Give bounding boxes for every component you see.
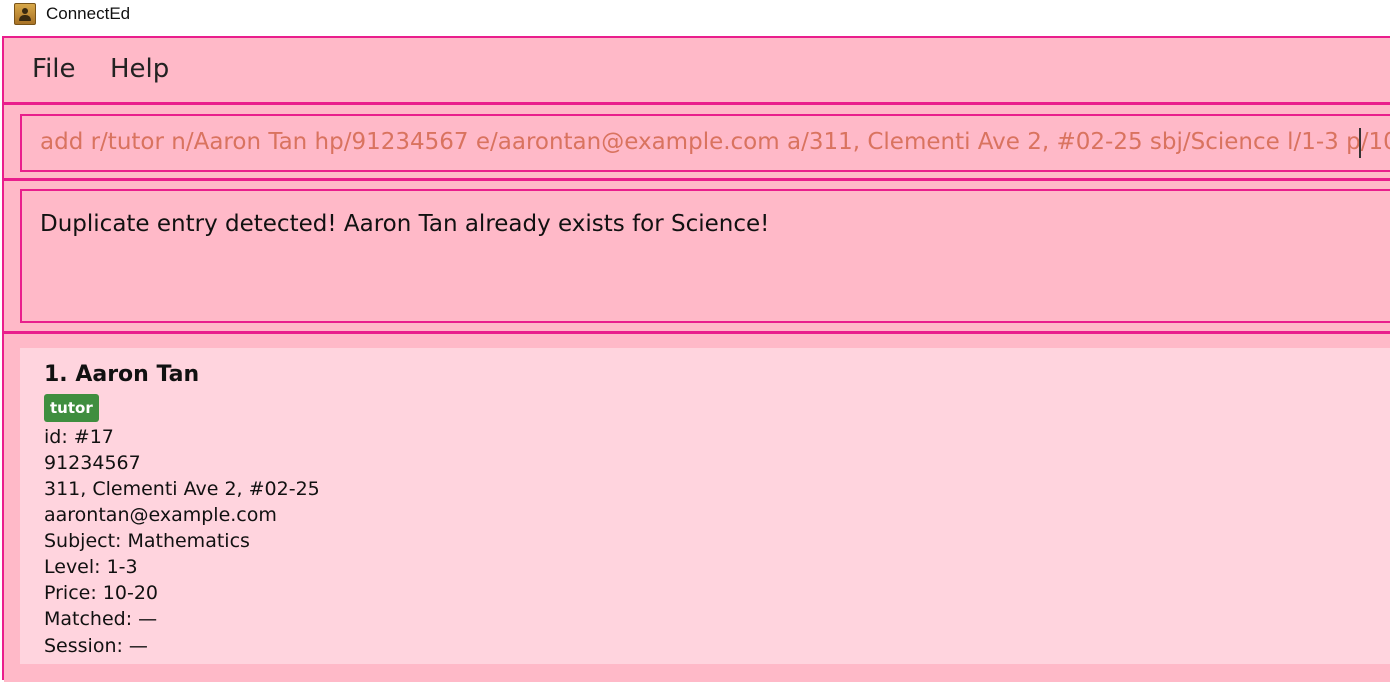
result-message: Duplicate entry detected! Aaron Tan alre… [40, 211, 770, 237]
person-card[interactable]: 1. Aaron Tan tutor id: #17 91234567 311,… [20, 348, 1390, 664]
result-panel: Duplicate entry detected! Aaron Tan alre… [4, 181, 1390, 334]
result-display[interactable]: Duplicate entry detected! Aaron Tan alre… [20, 189, 1390, 323]
person-price: Price: 10-20 [44, 582, 158, 604]
person-subject: Subject: Mathematics [44, 530, 250, 552]
text-caret [1359, 128, 1361, 158]
title-bar: ConnectEd [0, 0, 1390, 30]
command-input-text: add r/tutor n/Aaron Tan hp/91234567 e/aa… [40, 129, 1390, 155]
menu-bar: File Help [4, 38, 1390, 105]
person-email: aarontan@example.com [44, 504, 277, 526]
menu-file[interactable]: File [32, 54, 76, 84]
main-window: File Help add r/tutor n/Aaron Tan hp/912… [2, 36, 1390, 682]
person-matched: Matched: — [44, 608, 158, 630]
role-badge: tutor [44, 394, 99, 422]
menu-help[interactable]: Help [110, 54, 169, 84]
person-address: 311, Clementi Ave 2, #02-25 [44, 478, 320, 500]
person-phone: 91234567 [44, 452, 141, 474]
contacts-app-icon [14, 3, 36, 25]
person-name: 1. Aaron Tan [44, 362, 200, 387]
person-list[interactable]: 1. Aaron Tan tutor id: #17 91234567 311,… [4, 334, 1390, 682]
person-session: Session: — [44, 635, 148, 657]
person-id: id: #17 [44, 426, 114, 448]
command-input[interactable]: add r/tutor n/Aaron Tan hp/91234567 e/aa… [20, 114, 1390, 172]
window-title: ConnectEd [46, 4, 131, 23]
command-panel: add r/tutor n/Aaron Tan hp/91234567 e/aa… [4, 105, 1390, 181]
person-level: Level: 1-3 [44, 556, 138, 578]
